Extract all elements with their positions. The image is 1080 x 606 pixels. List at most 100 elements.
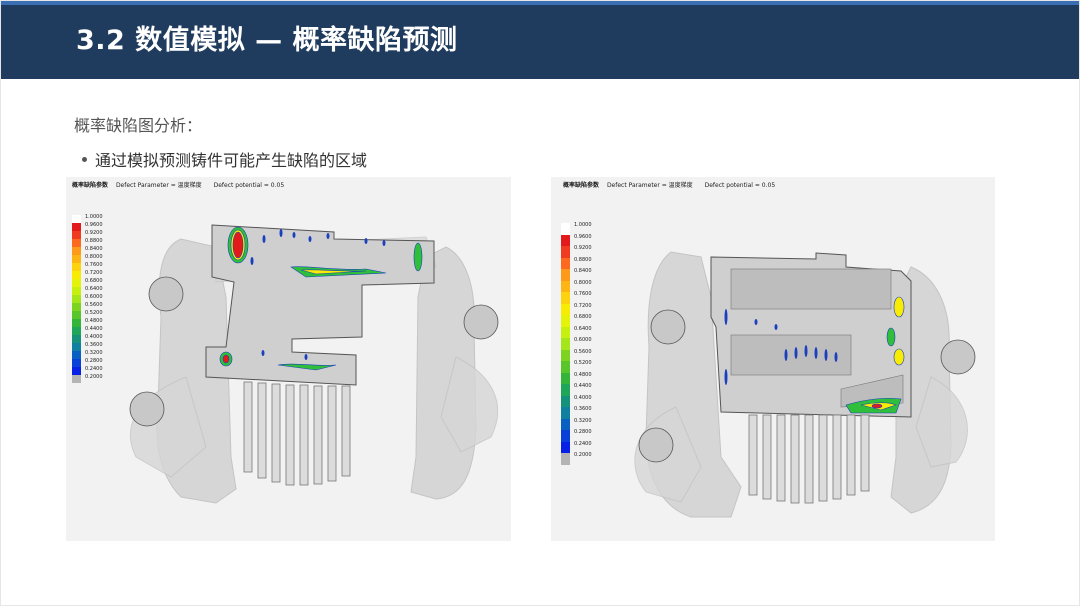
legend-swatch (72, 271, 81, 279)
legend-swatch (561, 395, 570, 407)
legend-value: 1.0000 (574, 222, 592, 228)
legend-swatch (72, 215, 81, 223)
legend-value: 0.7200 (85, 270, 103, 276)
legend-swatch (561, 257, 570, 269)
legend-value: 0.5600 (85, 302, 103, 308)
legend-value: 0.8800 (85, 238, 103, 244)
legend-value: 0.3600 (574, 406, 592, 412)
legend-swatch (72, 327, 81, 335)
bullet-text: 通过模拟预测铸件可能产生缺陷的区域 (95, 151, 368, 170)
legend-value: 0.2400 (85, 366, 103, 372)
simulation-header: 概率缺陷参数 Defect Parameter = 温度梯度 Defect po… (72, 180, 294, 189)
legend-swatch (561, 326, 570, 338)
legend-value: 0.9600 (574, 233, 592, 240)
legend-value: 0.4400 (574, 383, 592, 389)
legend-value: 0.8400 (85, 246, 103, 252)
simulation-image-left: 概率缺陷参数 Defect Parameter = 温度梯度 Defect po… (66, 177, 511, 541)
legend-value: 0.8800 (574, 256, 592, 263)
legend-value: 0.8000 (85, 254, 103, 260)
legend-value: 0.3600 (85, 342, 103, 348)
defect-potential-text: Defect potential = 0.05 (704, 182, 776, 189)
legend-swatch (72, 351, 81, 359)
simulation-header: 概率缺陷参数 Defect Parameter = 温度梯度 Defect po… (563, 180, 785, 189)
legend-value: 0.2000 (85, 374, 103, 380)
legend-value: 0.8400 (574, 268, 592, 274)
casting-render-right (634, 251, 976, 518)
simulation-title: 概率缺陷参数 (563, 182, 600, 189)
legend-value: 0.9600 (85, 222, 103, 228)
legend-swatch (561, 349, 570, 361)
legend-swatch (72, 239, 81, 247)
legend-swatch (72, 367, 81, 375)
legend-value: 0.5200 (574, 360, 592, 366)
legend-swatch (72, 255, 81, 263)
legend-color-bar (561, 223, 570, 465)
legend-swatch (72, 319, 81, 327)
legend-swatch (72, 279, 81, 287)
legend-swatch (72, 295, 81, 303)
legend-value: 0.5200 (85, 310, 103, 316)
legend-value: 0.3200 (85, 350, 103, 356)
legend-swatch (72, 231, 81, 239)
simulation-title: 概率缺陷参数 (72, 182, 109, 189)
legend-value: 0.6800 (574, 314, 592, 320)
legend-value: 0.6400 (574, 325, 592, 332)
legend-value: 0.8000 (574, 279, 592, 286)
legend-swatch (561, 234, 570, 246)
legend-value: 0.4000 (574, 394, 592, 401)
title-bar: 3.2 数值模拟 — 概率缺陷预测 (0, 5, 1080, 79)
legend-swatch (561, 453, 570, 465)
legend-swatch (72, 247, 81, 255)
legend-swatch (561, 384, 570, 396)
legend-value: 0.6000 (85, 294, 103, 300)
legend-swatch (561, 430, 570, 442)
legend-swatch (561, 315, 570, 327)
legend-value: 0.2000 (574, 452, 592, 458)
legend-value: 0.6400 (85, 286, 103, 292)
defect-potential-text: Defect potential = 0.05 (213, 182, 285, 189)
bullet-item: 通过模拟预测铸件可能产生缺陷的区域 (82, 147, 367, 171)
legend-swatch (561, 292, 570, 304)
legend-value: 0.6800 (85, 278, 103, 284)
legend-value: 0.4400 (85, 326, 103, 332)
legend-value: 0.9200 (574, 245, 592, 251)
legend-value: 0.7600 (574, 291, 592, 297)
legend-swatch (72, 343, 81, 351)
defect-parameter-text: Defect Parameter = 温度梯度 (606, 182, 693, 189)
legend-swatch (72, 223, 81, 231)
simulation-image-right: 概率缺陷参数 Defect Parameter = 温度梯度 Defect po… (551, 177, 995, 541)
casting-render-left (129, 224, 499, 504)
legend-swatch (561, 407, 570, 419)
section-label: 概率缺陷图分析： (74, 116, 203, 135)
legend-value: 0.3200 (574, 417, 592, 424)
bullet-dot-icon (82, 157, 87, 162)
legend-value: 0.4800 (85, 318, 103, 324)
legend-value: 0.5600 (574, 348, 592, 355)
legend-value: 0.9200 (85, 230, 103, 236)
legend-value: 0.4000 (85, 334, 103, 340)
legend-swatch (561, 338, 570, 350)
legend-swatch (72, 375, 81, 383)
legend-swatch (561, 280, 570, 292)
legend-value: 0.7200 (574, 302, 592, 309)
legend-swatch (561, 361, 570, 373)
legend-swatch (561, 246, 570, 258)
legend-swatch (72, 263, 81, 271)
legend-value: 0.2800 (85, 358, 103, 364)
legend-swatch (72, 335, 81, 343)
legend-swatch (72, 359, 81, 367)
legend-swatch (561, 418, 570, 430)
legend-value: 0.6000 (574, 337, 592, 343)
legend-value: 0.7600 (85, 262, 103, 268)
legend-value: 0.2400 (574, 440, 592, 447)
legend-value: 0.2800 (574, 429, 592, 435)
defect-parameter-text: Defect Parameter = 温度梯度 (115, 182, 202, 189)
legend-swatch (561, 269, 570, 281)
legend-swatch (561, 372, 570, 384)
legend-value: 0.4800 (574, 371, 592, 378)
legend-swatch (72, 287, 81, 295)
legend-swatch (72, 303, 81, 311)
legend-value: 1.0000 (85, 214, 103, 220)
legend-swatch (561, 223, 570, 235)
page-title: 3.2 数值模拟 — 概率缺陷预测 (76, 25, 458, 56)
